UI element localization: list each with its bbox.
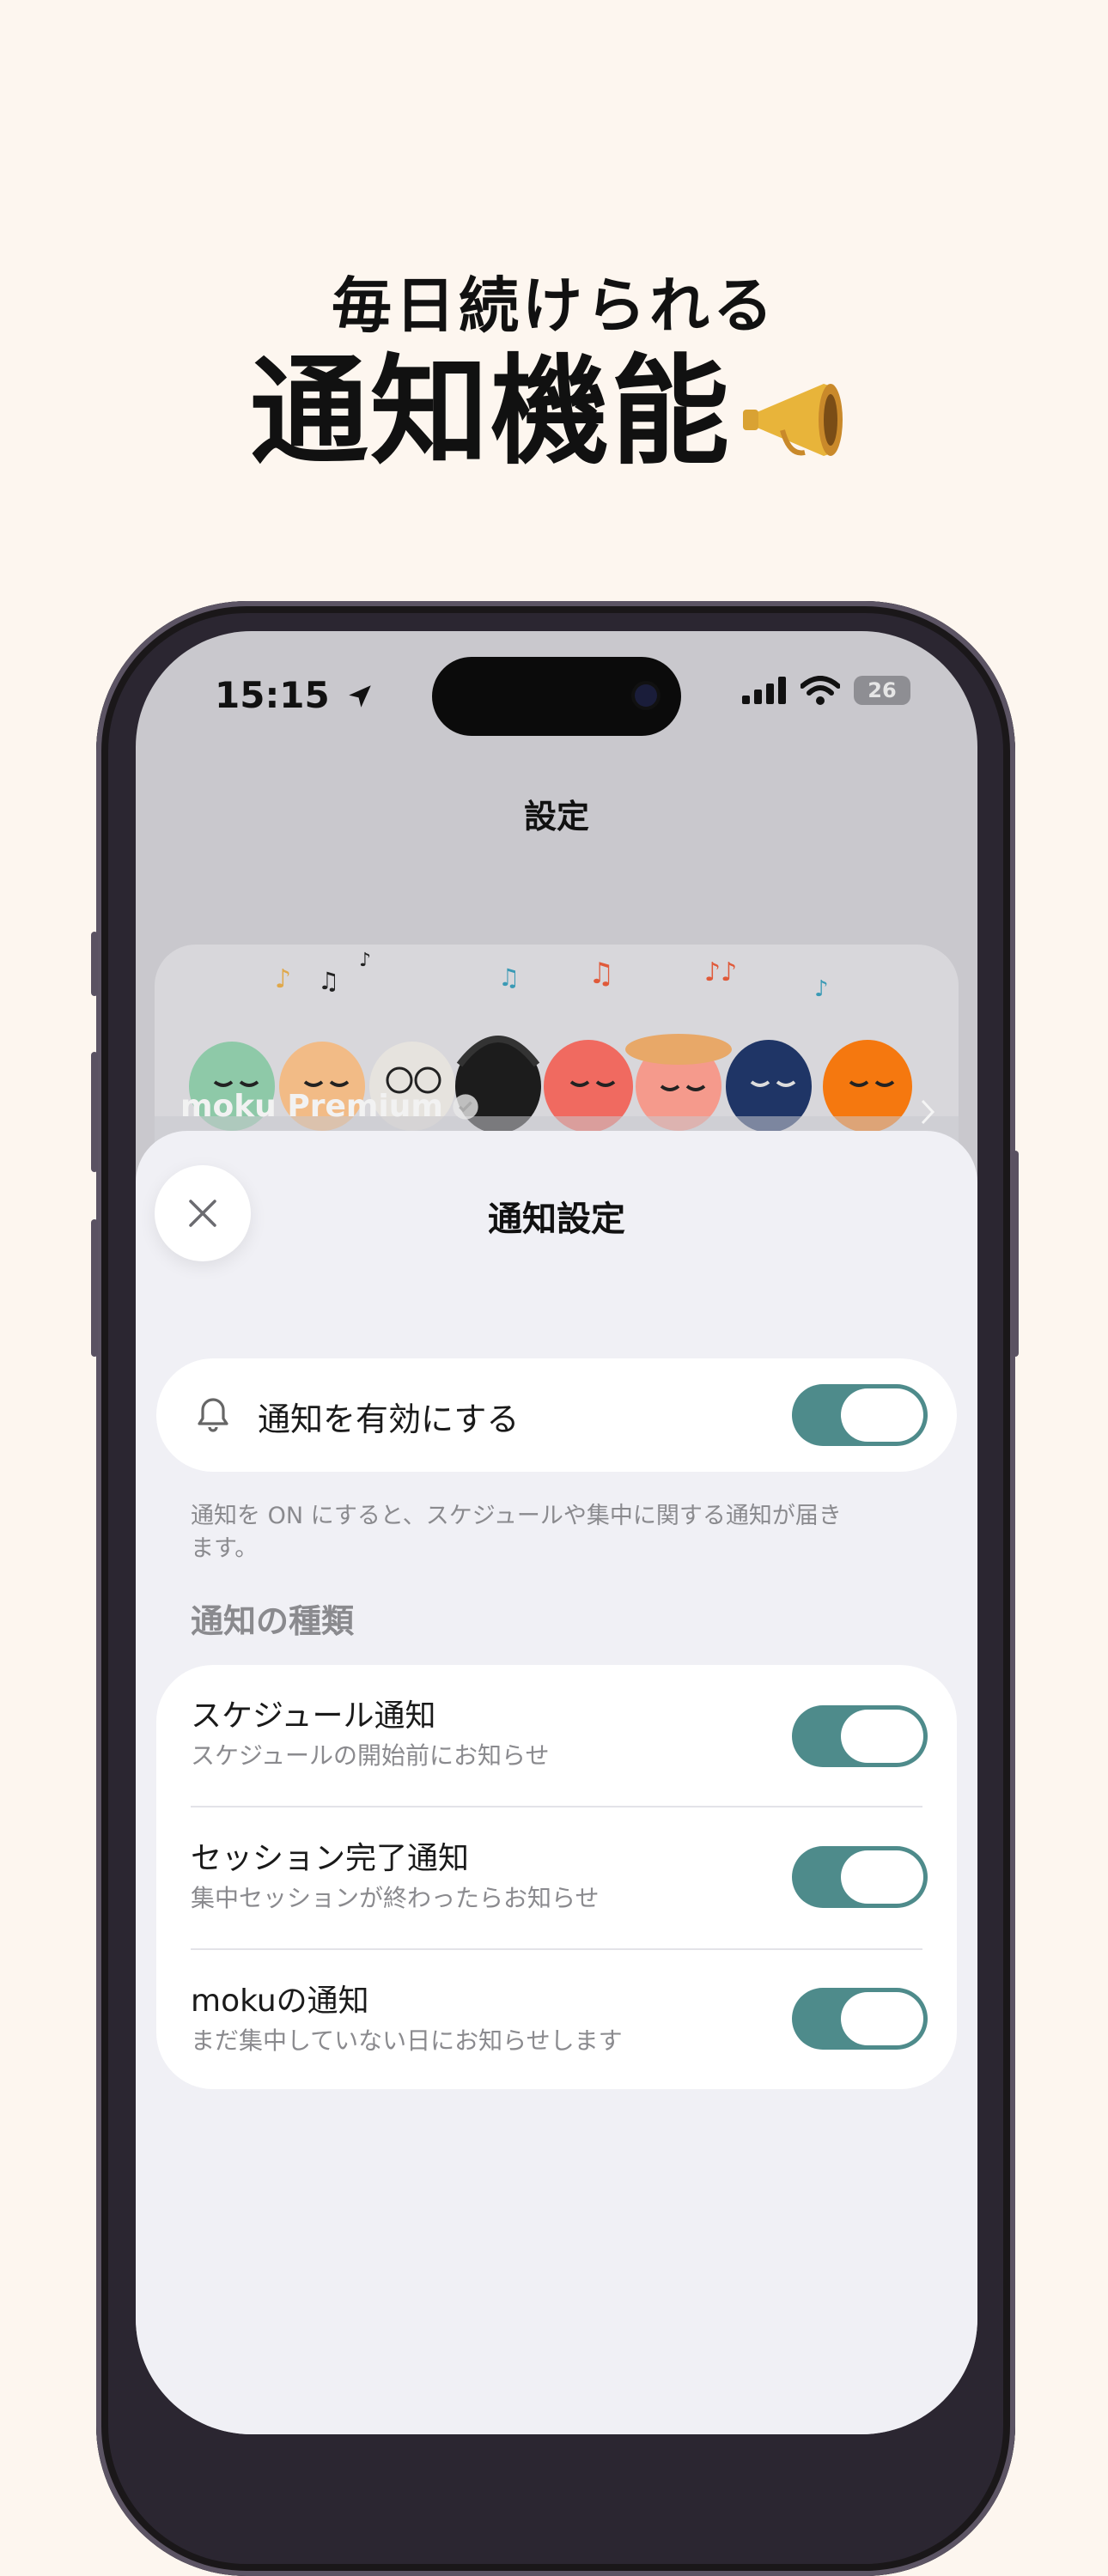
- schedule-notification-subtitle: スケジュールの開始前にお知らせ: [191, 1741, 550, 1770]
- promo-title: 通知機能: [249, 343, 731, 481]
- svg-text:♪: ♪: [275, 964, 291, 994]
- premium-label: moku Premium: [180, 1089, 479, 1124]
- signal-icon: [742, 677, 786, 704]
- status-time: 15:15: [215, 674, 374, 716]
- schedule-notification-title: スケジュール通知: [191, 1698, 436, 1734]
- svg-text:♪♪: ♪♪: [704, 957, 737, 987]
- session-complete-subtitle: 集中セッションが終わったらお知らせ: [191, 1884, 600, 1912]
- nav-title: 設定: [523, 798, 589, 835]
- toggle-knob: [841, 1992, 923, 2045]
- master-toggle-card: 通知を有効にする: [156, 1358, 957, 1472]
- side-button: [91, 1219, 98, 1357]
- schedule-notification-toggle[interactable]: [792, 1705, 928, 1767]
- chevron-right-icon: [921, 1099, 935, 1125]
- section-title: 通知の種類: [191, 1602, 355, 1640]
- moku-notification-subtitle: まだ集中していない日にお知らせします: [191, 2026, 623, 2055]
- battery-icon: 26: [854, 676, 910, 705]
- master-toggle-label: 通知を有効にする: [258, 1400, 520, 1438]
- session-complete-toggle[interactable]: [792, 1846, 928, 1908]
- status-time-text: 15:15: [215, 674, 330, 716]
- list-item: mokuの通知 まだ集中していない日にお知らせします: [156, 1950, 957, 2091]
- notification-note: 通知を ON にすると、スケジュールや集中に関する通知が届きます。: [191, 1503, 842, 1562]
- svg-text:♫: ♫: [588, 957, 614, 991]
- session-complete-title: セッション完了通知: [191, 1841, 470, 1876]
- toggle-knob: [841, 1710, 923, 1763]
- location-arrow-icon: [349, 685, 372, 708]
- premium-label-text: moku Premium: [180, 1089, 443, 1124]
- wifi-icon: [801, 676, 840, 705]
- megaphone-icon: [743, 384, 843, 457]
- promo-title-row: 通知機能: [0, 339, 1108, 485]
- promo-subtitle: 毎日続けられる: [332, 270, 776, 341]
- sheet-title: 通知設定: [488, 1200, 625, 1239]
- svg-text:♪: ♪: [359, 950, 371, 971]
- svg-text:♫: ♫: [318, 967, 339, 995]
- notification-types-card: スケジュール通知 スケジュールの開始前にお知らせ セッション完了通知 集中セッシ…: [156, 1665, 957, 2089]
- bell-icon: [198, 1398, 228, 1432]
- moku-notification-title: mokuの通知: [191, 1984, 369, 2019]
- list-item: セッション完了通知 集中セッションが終わったらお知らせ: [156, 1807, 957, 1948]
- toggle-knob: [841, 1388, 923, 1442]
- toggle-knob: [841, 1850, 923, 1904]
- side-button: [91, 1052, 98, 1172]
- status-icons: 26: [742, 676, 910, 705]
- notification-settings-sheet: 通知設定 通知を有効にする 通知を ON にすると、スケジュールや集中に関する通…: [136, 1131, 977, 2434]
- svg-text:♪: ♪: [814, 976, 829, 1002]
- list-item: スケジュール通知 スケジュールの開始前にお知らせ: [156, 1665, 957, 1806]
- battery-level: 26: [868, 678, 897, 702]
- moku-notification-toggle[interactable]: [792, 1988, 928, 2050]
- phone-screen: 15:15 26 設定 ♪ ♫ ♪ ♫ ♫ ♪♪ ♪ moku Premium …: [136, 631, 977, 2434]
- side-button: [91, 932, 98, 996]
- svg-text:♫: ♫: [498, 963, 520, 992]
- master-toggle-switch[interactable]: [792, 1384, 928, 1446]
- dynamic-island: [432, 657, 681, 736]
- side-button: [1012, 1151, 1019, 1357]
- verified-icon: [453, 1093, 478, 1120]
